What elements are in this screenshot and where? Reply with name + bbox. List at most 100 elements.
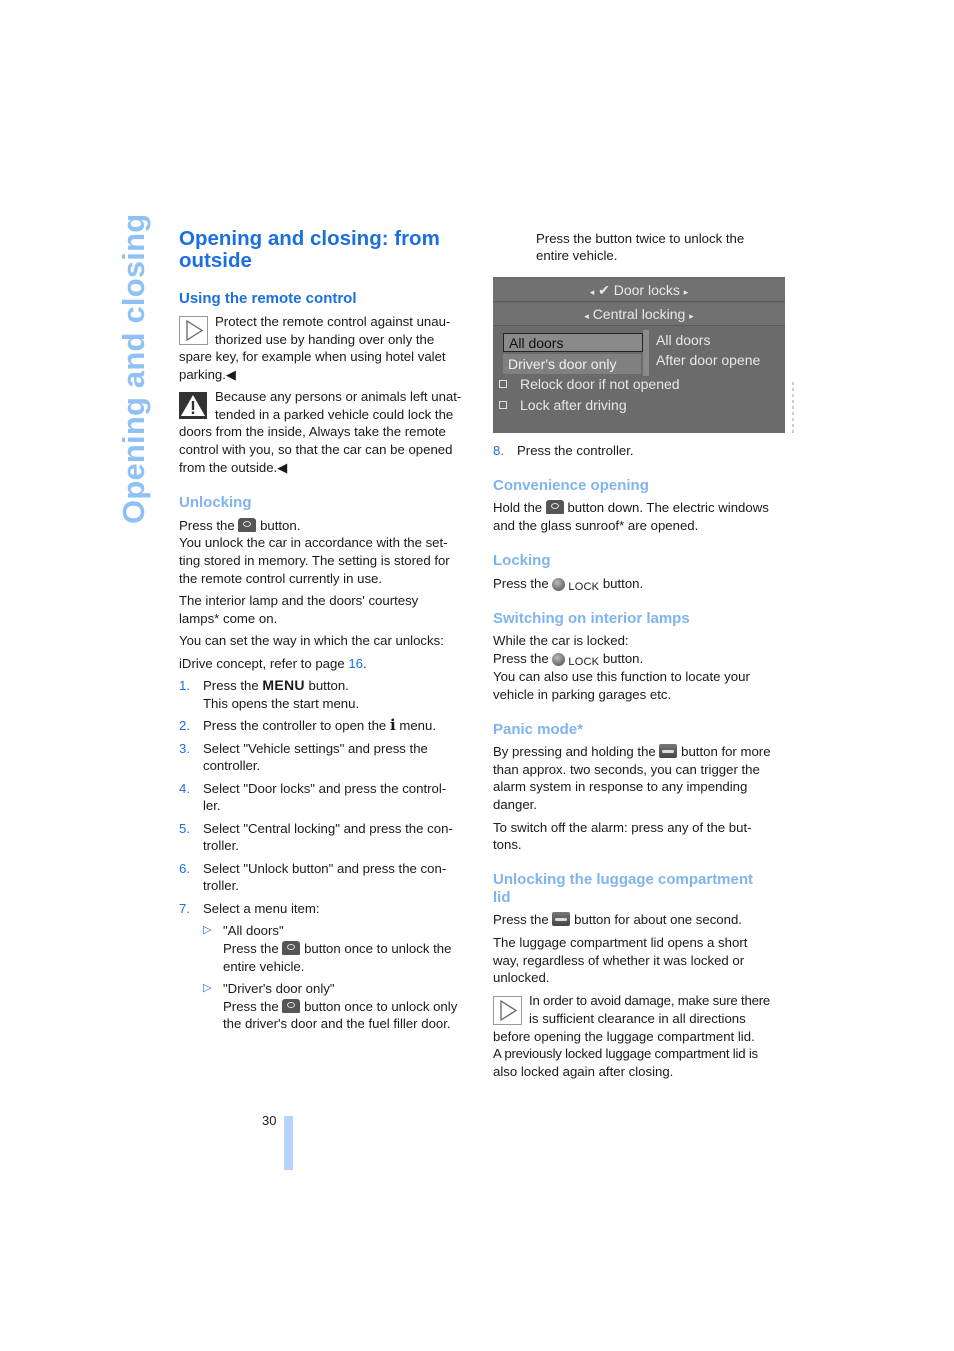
text: Press the — [223, 941, 279, 956]
step-text: Press the controller. — [517, 443, 634, 458]
warning-line: control with you, so that the car can be… — [179, 442, 453, 457]
trunk-button-icon — [552, 912, 571, 926]
paragraph-line: You can also use this function to locate… — [493, 669, 750, 684]
paragraph-line: Press the button twice to unlock the — [536, 231, 745, 246]
note-line: In order to avoid damage, make sure ther… — [529, 993, 771, 1008]
step-text: Select "Door locks" and press the contro… — [203, 781, 447, 796]
paragraph-line: and the glass sunroof* are opened. — [493, 518, 699, 533]
text: button. — [260, 518, 301, 533]
warning-icon — [179, 392, 207, 419]
luggage-heading-cont: lid — [493, 889, 511, 906]
text: Press the — [203, 678, 259, 693]
checkbox-lock-after-driving[interactable] — [499, 401, 507, 409]
unlock-button-icon — [545, 500, 564, 514]
subitem-text: the driver's door and the fuel filler do… — [223, 1016, 451, 1031]
info-icon: i — [389, 716, 396, 734]
step-6: 6. Select "Unlock button" and press the … — [179, 860, 471, 893]
text: Press the — [493, 576, 549, 591]
text: . — [363, 656, 367, 671]
arrow-left-icon: ◂ — [589, 287, 595, 297]
warning-line: tended in a parked vehicle could lock th… — [215, 407, 454, 422]
paragraph-line: entire vehicle. — [536, 248, 618, 263]
step-2: 2. Press the controller to open the i me… — [179, 716, 471, 735]
panic-mode-heading: Panic mode* — [493, 721, 584, 738]
paragraph-line: The interior lamp and the doors' courtes… — [179, 593, 419, 608]
text: Press the — [179, 518, 235, 533]
warning-line: doors from the inside, Always take the r… — [179, 424, 446, 439]
text: button. — [308, 678, 349, 693]
paragraph-line: To switch off the alarm: press any of th… — [493, 820, 752, 835]
screen-header-text: Door locks — [613, 282, 680, 298]
paragraph-line: danger. — [493, 797, 537, 812]
note-triangle-icon — [179, 316, 208, 345]
image-credit-mark — [792, 382, 794, 433]
subitem-text: entire vehicle. — [223, 959, 305, 974]
text: button down. The electric windows — [567, 500, 769, 515]
step-text: Select "Unlock button" and press the con… — [203, 861, 447, 876]
note-line: spare key, for example when using hotel … — [179, 349, 446, 364]
text: By pressing and holding the — [493, 744, 656, 759]
unlocking-heading: Unlocking — [179, 494, 252, 511]
checkbox-label: Relock door if not opened — [520, 376, 680, 392]
step-3: 3. Select "Vehicle settings" and press t… — [179, 740, 471, 773]
trunk-button-icon — [659, 744, 678, 758]
warning-line: Because any persons or animals left unat… — [215, 389, 462, 404]
chapter-title: Opening and closing — [116, 213, 151, 524]
paragraph-line: alarm system in response to any impendin… — [493, 779, 748, 794]
text: Press the — [223, 999, 279, 1014]
paragraph-line: ting stored in memory. The setting is st… — [179, 553, 450, 568]
arrow-right-icon: ▸ — [689, 311, 694, 321]
setting-value: All doors — [656, 332, 711, 348]
screen-header-central-locking: ◂ Central locking ▸ — [493, 303, 785, 326]
step-number: 3. — [179, 741, 190, 756]
text: Press the — [493, 651, 549, 666]
screen-divider — [643, 330, 649, 376]
paragraph-line: the remote control currently in use. — [179, 571, 383, 586]
bullet-triangle-icon: ▷ — [203, 982, 212, 994]
text: button once to unlock the — [304, 941, 452, 956]
bullet-triangle-icon: ▷ — [203, 924, 212, 936]
step-8: 8. Press the controller. — [493, 442, 634, 460]
menu-option-all-doors-selected[interactable]: All doors — [503, 333, 643, 352]
unlock-button-icon — [282, 999, 301, 1013]
text: Hold the — [493, 500, 543, 515]
interior-lamps-heading: Switching on interior lamps — [493, 610, 690, 627]
note-line: is sufficient clearance in all direction… — [529, 1011, 746, 1026]
text: menu. — [399, 718, 436, 733]
menu-option-drivers-door[interactable]: Driver's door only — [503, 354, 641, 374]
text: iDrive concept, refer to page — [179, 656, 349, 671]
step-number: 2. — [179, 718, 190, 733]
screen-header-text: Central locking — [592, 306, 686, 322]
step-text: controller. — [203, 758, 261, 773]
luggage-heading: Unlocking the luggage compartment — [493, 871, 754, 888]
text: button for about one second. — [574, 912, 742, 927]
step-text: Select a menu item: — [203, 901, 320, 916]
setting-value: After door opene — [656, 352, 761, 368]
remote-control-heading: Using the remote control — [179, 290, 357, 307]
step-text: Press the MENU button. — [203, 677, 471, 695]
paragraph-line: While the car is locked: — [493, 633, 629, 648]
step-number: 4. — [179, 781, 190, 796]
idrive-reference: iDrive concept, refer to page 16. — [179, 655, 367, 673]
paragraph-line: lamps* come on. — [179, 611, 278, 626]
note-line: before opening the luggage compartment l… — [493, 1029, 755, 1044]
arrow-right-icon: ▸ — [683, 287, 689, 297]
step-number: 7. — [179, 901, 190, 916]
paragraph-line: way, regardless of whether it was locked… — [493, 953, 745, 968]
page-link[interactable]: 16 — [348, 656, 363, 671]
section-title: Opening and closing: from outside — [179, 227, 440, 272]
page-number: 30 — [262, 1113, 277, 1128]
paragraph-line: Press the button for about one second. — [493, 911, 742, 929]
step-text: Select "Vehicle settings" and press the — [203, 741, 428, 756]
unlock-press-line: Press the button. — [179, 517, 300, 535]
step-text: troller. — [203, 838, 239, 853]
step-5: 5. Select "Central locking" and press th… — [179, 820, 471, 853]
warning-line: from the outside.◀ — [179, 460, 288, 475]
note-triangle-icon — [493, 996, 522, 1025]
subitem-title: "Driver's door only" — [223, 981, 335, 996]
checkbox-relock[interactable] — [499, 380, 507, 388]
step-text: ler. — [203, 798, 221, 813]
step-text: Select "Central locking" and press the c… — [203, 821, 453, 836]
step-text: troller. — [203, 878, 239, 893]
right-column-lower: 8. Press the controller. Convenience open… — [493, 442, 785, 1092]
